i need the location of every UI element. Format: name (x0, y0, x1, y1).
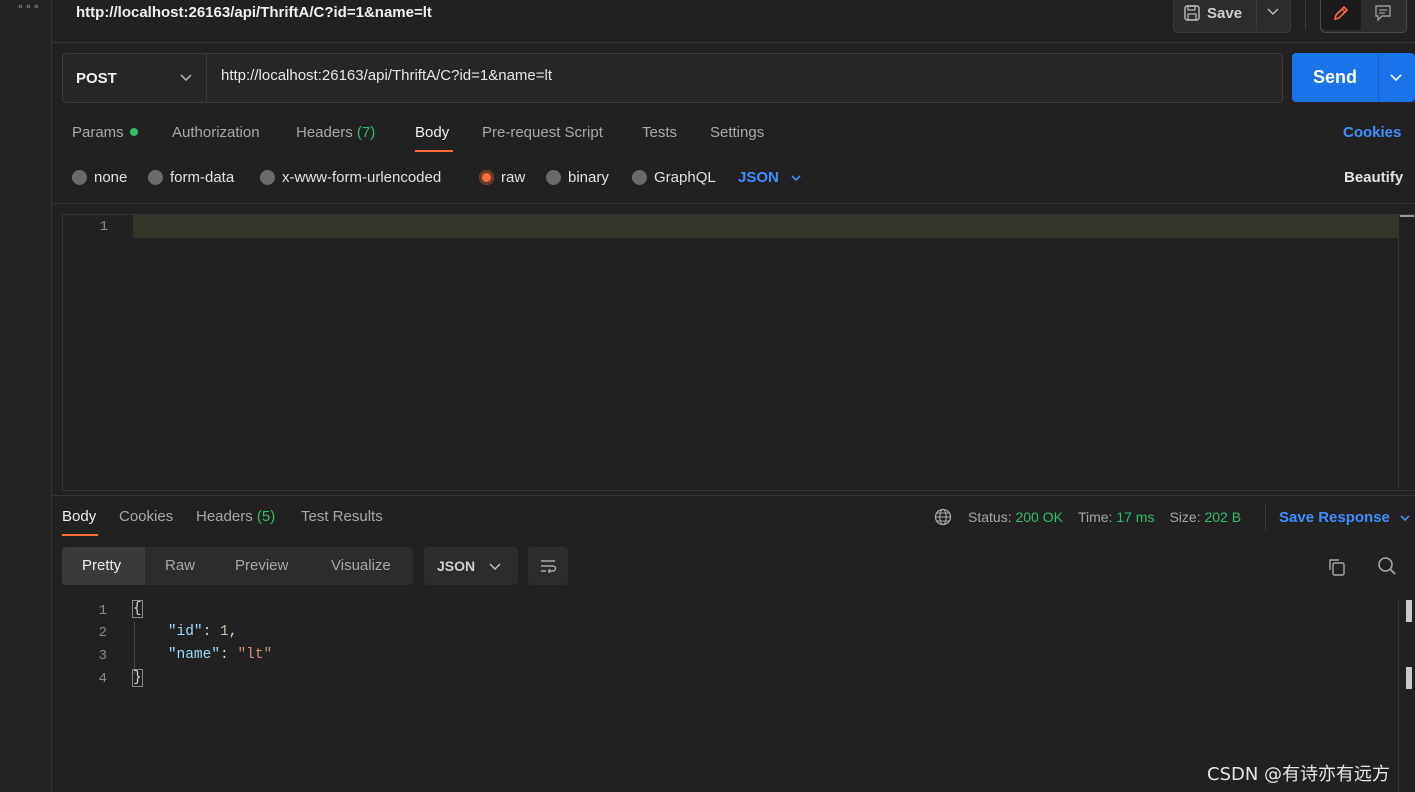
view-pretty[interactable]: Pretty (82, 557, 121, 574)
response-format-label: JSON (437, 558, 476, 574)
save-response-button[interactable]: Save Response (1279, 509, 1412, 526)
radio-graphql[interactable]: GraphQL (632, 169, 716, 186)
copy-icon[interactable] (1326, 556, 1348, 578)
tab-headers[interactable]: Headers (7) (296, 124, 375, 141)
json-value: "lt" (237, 647, 273, 663)
status-label: Status: (968, 509, 1012, 525)
divider (1256, 0, 1257, 31)
view-raw[interactable]: Raw (165, 557, 195, 574)
chevron-down-icon[interactable] (1264, 3, 1282, 21)
tab-params[interactable]: Params (72, 124, 138, 141)
json-open-brace: { (132, 600, 143, 618)
json-close-brace: } (132, 669, 143, 687)
size-label: Size: (1169, 509, 1201, 525)
line-number: 1 (99, 219, 108, 235)
url-input[interactable] (221, 67, 1221, 84)
response-tab-body[interactable]: Body (62, 508, 96, 525)
line-number: 1 (98, 603, 107, 619)
tab-tests[interactable]: Tests (642, 124, 677, 141)
more-options-icon[interactable]: ∘∘∘ (17, 0, 41, 13)
code-line-1[interactable]: { (132, 600, 143, 618)
radio-circle (148, 170, 163, 185)
tab-body[interactable]: Body (415, 124, 449, 141)
send-label[interactable]: Send (1313, 67, 1357, 88)
radio-circle (260, 170, 275, 185)
tab-pre-request-script[interactable]: Pre-request Script (482, 124, 603, 141)
response-tab-test-results[interactable]: Test Results (301, 508, 383, 525)
save-label: Save (1207, 4, 1243, 22)
active-tab-indicator (62, 534, 98, 536)
json-value: 1 (220, 624, 229, 640)
edit-mode-button[interactable] (1321, 0, 1361, 30)
app-sidebar (0, 0, 52, 792)
radio-circle (546, 170, 561, 185)
radio-raw[interactable]: raw (479, 169, 525, 186)
request-title[interactable]: http://localhost:26163/api/ThriftA/C?id=… (76, 4, 432, 21)
response-tab-headers[interactable]: Headers (5) (196, 508, 275, 525)
json-key: "name" (167, 647, 221, 663)
wrap-lines-icon (541, 560, 557, 574)
globe-icon[interactable] (934, 508, 952, 526)
response-tab-cookies[interactable]: Cookies (119, 508, 173, 525)
search-icon[interactable] (1376, 555, 1398, 577)
request-body-editor[interactable] (62, 214, 1415, 491)
chevron-down-icon[interactable] (1387, 69, 1405, 87)
radio-circle (72, 170, 87, 185)
radio-x-www-form-urlencoded[interactable]: x-www-form-urlencoded (260, 169, 441, 186)
radio-form-data[interactable]: form-data (148, 169, 234, 186)
chevron-down-icon (1400, 514, 1410, 521)
comment-icon (1375, 4, 1391, 22)
json-key: "id" (167, 624, 203, 640)
radio-none[interactable]: none (72, 169, 127, 186)
chevron-down-icon[interactable] (178, 70, 194, 86)
save-icon (1184, 5, 1200, 21)
cookies-link[interactable]: Cookies (1343, 124, 1401, 141)
comments-button[interactable] (1362, 0, 1404, 30)
radio-circle (632, 170, 647, 185)
response-meta: Status: 200 OK Time: 17 ms Size: 202 B (934, 508, 1241, 526)
editor-scrollbar[interactable] (1398, 215, 1399, 488)
radio-binary[interactable]: binary (546, 169, 609, 186)
chevron-down-icon (791, 174, 801, 181)
code-line-3[interactable]: "name": "lt" (133, 647, 272, 663)
tab-settings[interactable]: Settings (710, 124, 764, 141)
divider (52, 495, 1415, 496)
raw-format-select[interactable]: JSON (738, 169, 803, 186)
params-indicator-dot (129, 128, 138, 136)
scrollbar-marker (1406, 667, 1412, 689)
line-number: 2 (98, 625, 107, 641)
headers-count: (5) (256, 508, 276, 525)
current-line-highlight (133, 215, 1398, 238)
tab-authorization[interactable]: Authorization (172, 124, 260, 141)
scrollbar-thumb[interactable] (1400, 215, 1414, 217)
divider (1265, 504, 1266, 530)
watermark: CSDN @有诗亦有远方 (1207, 764, 1391, 785)
save-button[interactable]: Save (1183, 3, 1242, 23)
active-tab-indicator (415, 150, 453, 152)
beautify-link[interactable]: Beautify (1344, 169, 1403, 186)
chevron-down-icon[interactable] (487, 559, 503, 575)
divider (52, 203, 1415, 204)
radio-circle-selected (479, 170, 494, 185)
headers-count: (7) (356, 124, 376, 141)
line-number: 3 (98, 648, 107, 664)
view-visualize[interactable]: Visualize (331, 557, 391, 574)
scrollbar-marker (1406, 600, 1412, 622)
size-value[interactable]: 202 B (1204, 509, 1241, 525)
divider (1305, 0, 1306, 30)
time-label: Time: (1077, 509, 1113, 525)
code-line-2[interactable]: "id": 1, (133, 624, 238, 640)
divider (1378, 53, 1379, 102)
response-scrollbar[interactable] (1398, 600, 1399, 792)
method-label: POST (76, 69, 117, 87)
code-line-4[interactable]: } (132, 669, 143, 687)
pencil-icon (1333, 5, 1349, 20)
wrap-lines-button[interactable] (528, 547, 568, 585)
time-value[interactable]: 17 ms (1116, 509, 1154, 525)
status-value[interactable]: 200 OK (1015, 509, 1062, 525)
line-number: 4 (98, 671, 107, 687)
view-preview[interactable]: Preview (235, 557, 288, 574)
